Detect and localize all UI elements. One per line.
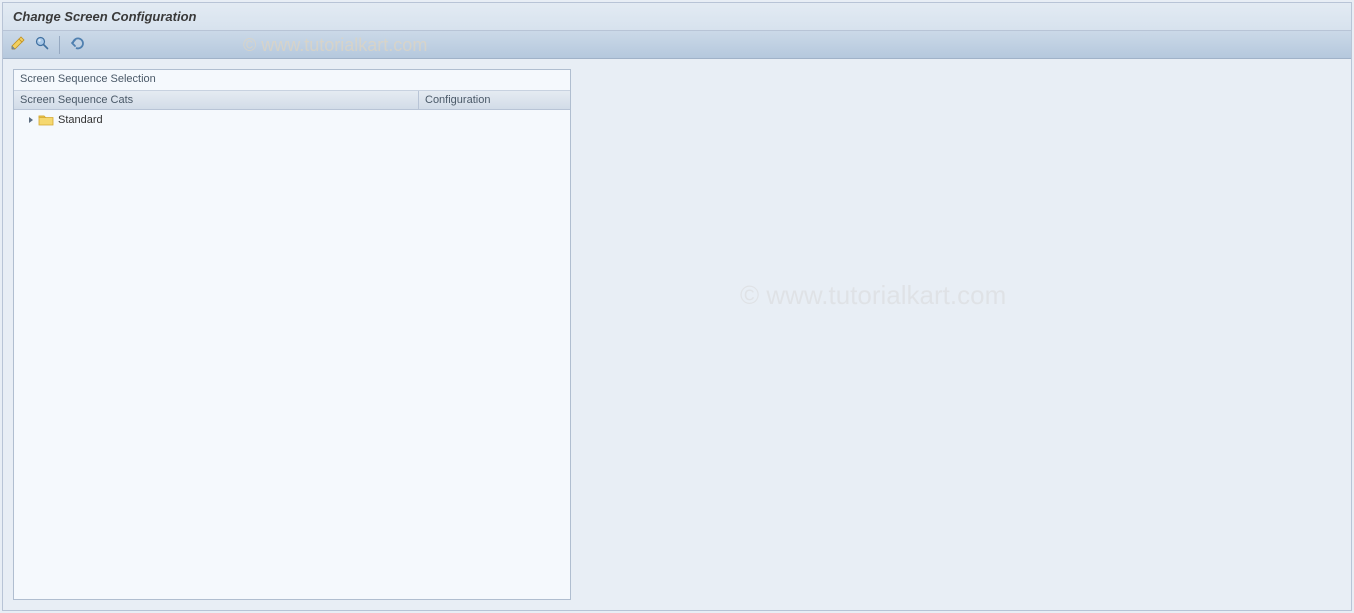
- expand-caret-icon[interactable]: [26, 115, 36, 125]
- table-header: Screen Sequence Cats Configuration: [14, 90, 570, 110]
- undo-icon: [69, 35, 85, 54]
- magnify-icon: [34, 35, 50, 54]
- edit-button[interactable]: [7, 34, 29, 56]
- watermark-text: © www.tutorialkart.com: [243, 35, 427, 56]
- tree-row-standard[interactable]: Standard: [14, 110, 570, 130]
- table-body: Standard: [14, 110, 570, 599]
- panel-title: Screen Sequence Selection: [14, 70, 570, 90]
- column-header-config[interactable]: Configuration: [419, 91, 570, 110]
- selection-panel: Screen Sequence Selection Screen Sequenc…: [13, 69, 571, 600]
- check-button[interactable]: [31, 34, 53, 56]
- watermark-text-2: © www.tutorialkart.com: [740, 280, 1006, 311]
- title-bar: Change Screen Configuration: [3, 3, 1351, 31]
- app-frame: Change Screen Configuration: [2, 2, 1352, 611]
- pencil-icon: [10, 35, 26, 54]
- back-button[interactable]: [66, 34, 88, 56]
- content-area: Screen Sequence Selection Screen Sequenc…: [3, 59, 1351, 610]
- page-title: Change Screen Configuration: [13, 9, 196, 24]
- column-header-cats[interactable]: Screen Sequence Cats: [14, 91, 419, 110]
- toolbar-separator: [59, 36, 60, 54]
- toolbar: © www.tutorialkart.com: [3, 31, 1351, 59]
- tree-row-label: Standard: [58, 114, 103, 126]
- folder-icon: [38, 113, 54, 127]
